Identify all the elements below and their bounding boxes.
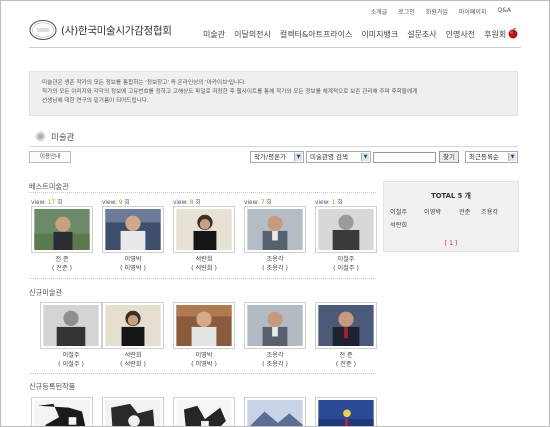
total-artist-link[interactable]: 전준 [459,207,470,216]
artist-caption[interactable]: 석란희( 석란희 ) [173,255,235,273]
logo-emblem[interactable] [29,19,57,41]
artist-photo-leeyoungbak[interactable] [173,302,235,349]
intro-box: 미술관은 생존 작가의 모든 정보를 통합하는 '정보창고' 즉 온라인상의 '… [29,71,518,116]
total-artist-link[interactable]: 이철주 [390,207,407,216]
best-divider [29,192,376,193]
artist-photo-jeonjun[interactable] [31,206,93,253]
artist-caption[interactable]: 이영박( 이영박 ) [173,351,235,369]
pagination[interactable]: [ 1 ] [384,240,518,247]
chevron-down-icon: ▼ [294,153,302,161]
nav-gallery[interactable]: 미술관 [203,29,225,40]
chevron-down-icon: ▼ [508,153,516,161]
chevron-down-icon: ▼ [361,153,369,161]
artist-photo-leecheoljoo[interactable] [40,302,102,349]
category-select-value: 작가/평론가 [254,153,287,161]
artist-caption[interactable]: 전 준( 전준 ) [31,255,93,273]
total-artist-link[interactable]: 석란희 [390,220,407,229]
view-count: view: 9 회 [102,200,130,206]
intro-line-2: 작가의 모든 이미지와 각각의 정보에 고유번호를 정하고 고해상도 파일로 저… [42,89,418,95]
artist-caption[interactable]: 전 준( 전준 ) [315,351,377,369]
top-links: 소개글 로그인 회원가입 마이페이지 Q&A [371,7,511,16]
view-count: view: 1 회 [315,200,343,206]
section-divider [29,278,376,279]
artist-photo-seokranhee[interactable] [173,206,235,253]
new-works-title: 신규등록된작품 [29,382,76,391]
artwork-thumbnail[interactable] [315,397,377,426]
section-divider [29,146,518,147]
section-title-icon [35,131,46,142]
nav-imagebank[interactable]: 이미지뱅크 [361,29,398,40]
artist-caption[interactable]: 조용각( 조용각 ) [244,255,306,273]
artist-photo-joyonggak[interactable] [244,206,306,253]
nav-dictionary[interactable]: 인명사전 [446,29,475,40]
header-divider [29,47,521,48]
artist-caption[interactable]: 조용각( 조용각 ) [244,351,306,369]
artist-photo-joyonggak[interactable] [244,302,306,349]
nav-collector[interactable]: 컬렉터&아트프라이스 [280,29,352,40]
sort-select[interactable]: 최근등록순 ▼ [465,151,518,163]
nav-survey[interactable]: 설문조사 [407,29,436,40]
artist-caption[interactable]: 이철주( 이철주 ) [40,351,102,369]
nav-sponsor[interactable]: 후원회 [484,29,506,40]
search-type-value: 미술관명 검색 [310,153,348,161]
artist-caption[interactable]: 석란희( 석란희 ) [102,351,164,369]
view-count: view: 7 회 [244,200,272,206]
artist-photo-seokranhee[interactable] [102,302,164,349]
section-divider [29,373,376,374]
artist-photo-leecheoljoo[interactable] [315,206,377,253]
total-count: TOTAL 5 개 [431,192,471,200]
section-title: 미술관 [51,133,75,143]
artwork-thumbnail[interactable] [31,397,93,426]
total-artist-link[interactable]: 이영박 [424,207,441,216]
total-artist-link[interactable]: 조용각 [481,207,498,216]
total-box: TOTAL 5 개 이철주 이영박 전준 조용각 석란희 [ 1 ] [383,181,519,252]
view-count: view: 17 회 [31,200,63,206]
logo-title[interactable]: (사)한국미술시가감정협회 [61,23,172,38]
search-button[interactable]: 찾기 [439,151,459,163]
main-nav: 미술관 이달의전시 컬렉터&아트프라이스 이미지뱅크 설문조사 인명사전 후원회 [203,29,506,40]
search-type-select[interactable]: 미술관명 검색 ▼ [306,151,371,163]
search-input[interactable] [373,152,436,163]
artist-caption[interactable]: 이철주( 이철주 ) [315,255,377,273]
best-gallery-title: 베스트미술관 [29,182,69,191]
intro-line-3: 선생님에 대한 연구의 밑거름이 되어드립니다. [42,98,149,104]
nav-exhibition[interactable]: 이달의전시 [234,29,271,40]
artist-photo-leeyoungbak[interactable] [102,206,164,253]
page-frame: 소개글 로그인 회원가입 마이페이지 Q&A (사)한국미술시가감정협회 미술관… [0,0,550,427]
artist-photo-jeonjun[interactable] [315,302,377,349]
category-select[interactable]: 작가/평론가 ▼ [250,151,304,163]
artwork-thumbnail[interactable] [244,397,306,426]
artwork-thumbnail[interactable] [102,397,164,426]
top-link-login[interactable]: 로그인 [398,7,415,16]
top-link-qna[interactable]: Q&A [497,7,511,16]
guide-button[interactable]: 이용안내 [29,151,71,163]
sort-select-value: 최근등록순 [469,153,499,161]
top-link-signup[interactable]: 회원가입 [426,7,448,16]
view-count: view: 8 회 [173,200,201,206]
artwork-thumbnail[interactable] [173,397,235,426]
new-gallery-title: 신규미술관 [29,288,63,297]
apple-icon [507,27,519,39]
intro-line-1: 미술관은 생존 작가의 모든 정보를 통합하는 '정보창고' 즉 온라인상의 '… [42,80,247,86]
top-link-intro[interactable]: 소개글 [371,7,388,16]
artist-caption[interactable]: 이영박( 이영박 ) [102,255,164,273]
top-link-mypage[interactable]: 마이페이지 [459,7,487,16]
